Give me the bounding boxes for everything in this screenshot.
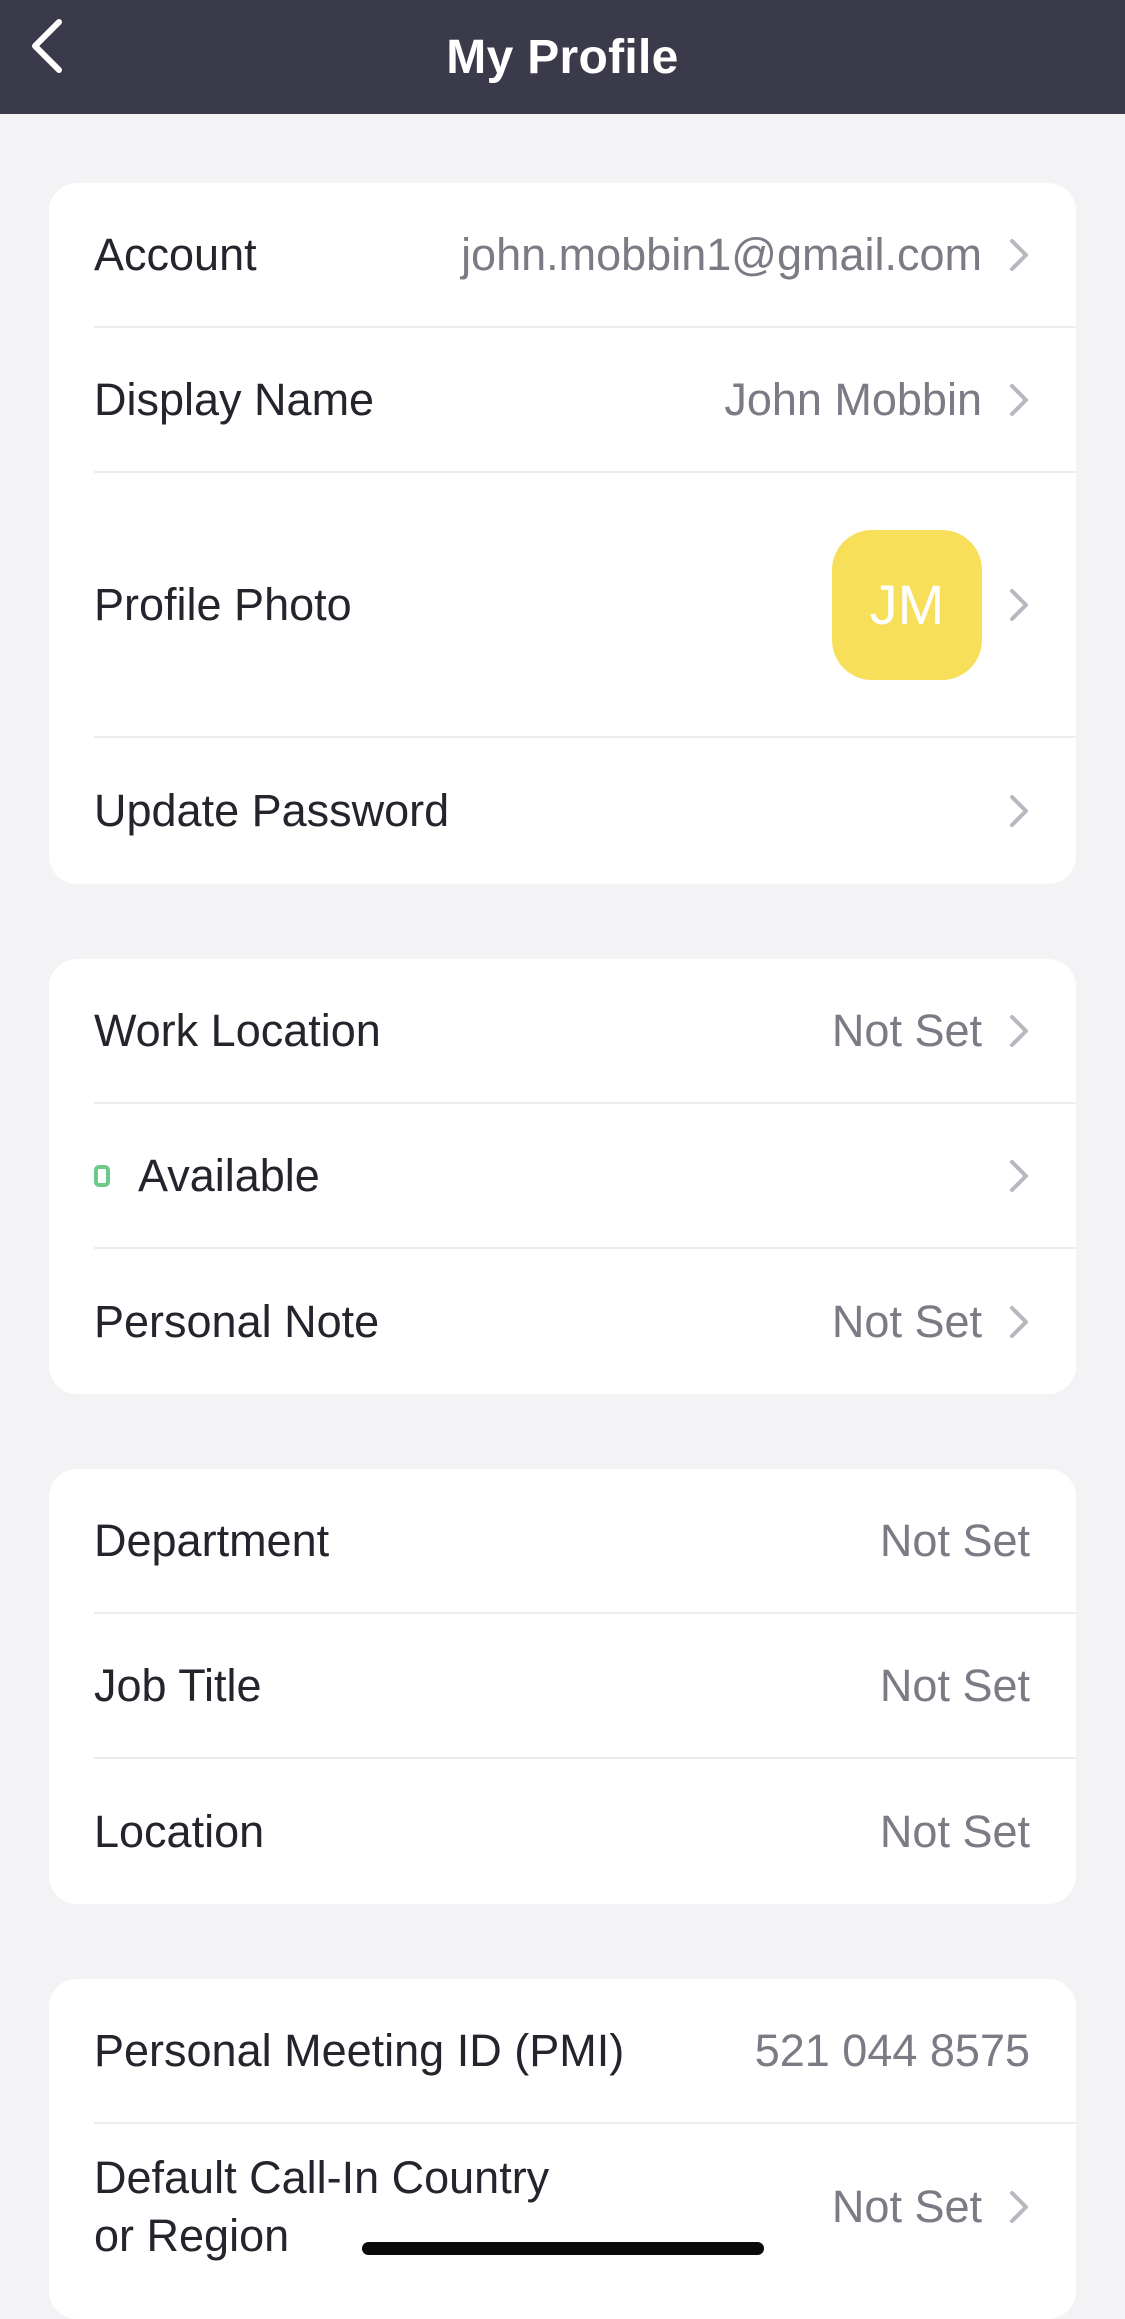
job-title-row: Job Title Not Set [94, 1614, 1076, 1759]
job-title-value: Not Set [879, 1659, 1030, 1711]
work-location-value: Not Set [831, 1004, 982, 1056]
profile-photo-label: Profile Photo [94, 578, 352, 630]
presence-status-label: Available [138, 1149, 320, 1201]
pmi-row: Personal Meeting ID (PMI) 521 044 8575 [94, 1979, 1076, 2124]
organization-section: Department Not Set Job Title Not Set Loc… [49, 1469, 1076, 1904]
location-label: Location [94, 1805, 265, 1857]
location-value: Not Set [879, 1805, 1030, 1857]
job-title-label: Job Title [94, 1659, 262, 1711]
top-navigation-bar: My Profile [0, 0, 1125, 114]
avatar[interactable]: JM [832, 529, 982, 680]
work-location-label: Work Location [94, 1004, 381, 1056]
department-row: Department Not Set [94, 1469, 1076, 1614]
page-title: My Profile [446, 30, 679, 84]
update-password-row[interactable]: Update Password [94, 738, 1076, 884]
location-row: Location Not Set [94, 1759, 1076, 1904]
meeting-section: Personal Meeting ID (PMI) 521 044 8575 D… [49, 1979, 1076, 2319]
account-row[interactable]: Account john.mobbin1@gmail.com [94, 183, 1076, 328]
chevron-left-icon [32, 19, 62, 73]
status-section: Work Location Not Set Available Personal… [49, 959, 1076, 1394]
display-name-row[interactable]: Display Name John Mobbin [94, 328, 1076, 473]
home-indicator[interactable] [362, 2242, 764, 2255]
chevron-right-icon [1008, 1304, 1030, 1340]
update-password-label: Update Password [94, 785, 450, 836]
call-in-country-row[interactable]: Default Call-In Country or Region Not Se… [94, 2124, 1076, 2289]
personal-note-label: Personal Note [94, 1295, 380, 1347]
display-name-label: Display Name [94, 373, 375, 425]
presence-available-icon [94, 1164, 110, 1187]
account-label: Account [94, 228, 257, 280]
profile-photo-row[interactable]: Profile Photo JM [94, 473, 1076, 738]
work-location-row[interactable]: Work Location Not Set [94, 959, 1076, 1104]
presence-status-row[interactable]: Available [94, 1104, 1076, 1249]
chevron-right-icon [1008, 1013, 1030, 1049]
call-in-country-value: Not Set [831, 2180, 982, 2232]
department-label: Department [94, 1514, 330, 1566]
personal-note-row[interactable]: Personal Note Not Set [94, 1249, 1076, 1394]
chevron-right-icon [1008, 237, 1030, 273]
chevron-right-icon [1008, 382, 1030, 418]
personal-note-value: Not Set [831, 1295, 982, 1347]
chevron-right-icon [1008, 793, 1030, 829]
chevron-right-icon [1008, 1158, 1030, 1194]
chevron-right-icon [1008, 2189, 1030, 2225]
account-section: Account john.mobbin1@gmail.com Display N… [49, 183, 1076, 884]
account-value: john.mobbin1@gmail.com [461, 228, 982, 280]
chevron-right-icon [1008, 587, 1030, 623]
department-value: Not Set [879, 1514, 1030, 1566]
display-name-value: John Mobbin [724, 373, 982, 425]
pmi-value: 521 044 8575 [754, 2024, 1030, 2076]
back-button[interactable] [22, 14, 72, 78]
pmi-label: Personal Meeting ID (PMI) [94, 2024, 625, 2076]
